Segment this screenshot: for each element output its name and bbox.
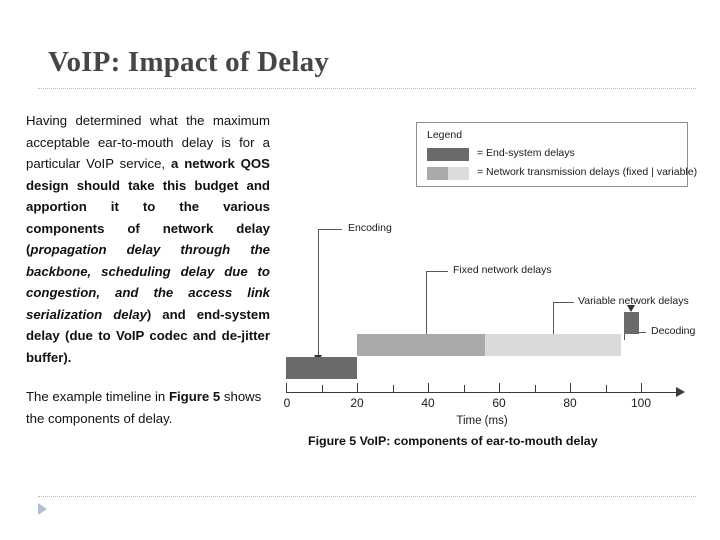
x-axis-arrowhead bbox=[676, 387, 685, 397]
axis-label-20: 20 bbox=[350, 396, 364, 410]
bar-variable-network-delays bbox=[485, 334, 621, 356]
page-title: VoIP: Impact of Delay bbox=[48, 46, 330, 78]
footer-divider bbox=[38, 496, 696, 497]
axis-label-60: 60 bbox=[492, 396, 506, 410]
body-text-column: Having determined what the maximum accep… bbox=[26, 110, 270, 429]
axis-tick-40 bbox=[428, 383, 429, 392]
axis-tick-100 bbox=[641, 383, 642, 392]
axis-label-80: 80 bbox=[563, 396, 577, 410]
annotation-leader-v-fixed bbox=[426, 271, 427, 336]
legend-swatch-end-system-delays bbox=[427, 148, 469, 161]
legend-label-end-system-delays: = End-system delays bbox=[477, 147, 575, 159]
axis-label-100: 100 bbox=[630, 396, 652, 410]
axis-tick-20 bbox=[357, 383, 358, 392]
legend-swatch-variable bbox=[448, 167, 469, 180]
axis-tick-80 bbox=[570, 383, 571, 392]
annotation-leader-h-fixed bbox=[426, 271, 448, 272]
annotation-leader-h-encoding bbox=[318, 229, 342, 230]
figure-timeline: Legend = End-system delays = Network tra… bbox=[276, 112, 716, 432]
title-divider bbox=[38, 88, 696, 89]
legend-swatch-network-transmission-delays bbox=[427, 167, 469, 180]
axis-label-0: 0 bbox=[283, 396, 291, 410]
x-axis-title: Time (ms) bbox=[456, 415, 508, 427]
axis-tick-70 bbox=[534, 385, 536, 392]
legend-label-network-transmission-delays: = Network transmission delays (fixed | v… bbox=[477, 166, 698, 178]
play-triangle-icon bbox=[38, 503, 47, 515]
x-axis-line bbox=[286, 392, 678, 393]
chart-legend: Legend = End-system delays = Network tra… bbox=[416, 122, 697, 187]
axis-tick-30 bbox=[392, 385, 394, 392]
axis-tick-50 bbox=[463, 385, 465, 392]
para2-figure-reference: Figure 5 bbox=[168, 389, 221, 404]
annotation-label-fixed-network-delays: Fixed network delays bbox=[453, 264, 552, 276]
axis-tick-90 bbox=[605, 385, 607, 392]
annotation-label-encoding: Encoding bbox=[348, 222, 392, 234]
paragraph-1: Having determined what the maximum accep… bbox=[26, 110, 270, 368]
figure-caption: Figure 5 VoIP: components of ear-to-mout… bbox=[308, 434, 598, 448]
paragraph-2: The example timeline in Figure 5 shows t… bbox=[26, 386, 270, 429]
annotation-leader-v-variable bbox=[553, 302, 554, 336]
legend-title: Legend bbox=[427, 129, 463, 141]
bar-encoding bbox=[286, 357, 357, 379]
annotation-leader-v-encoding bbox=[318, 229, 319, 357]
annotation-leader-h-variable bbox=[553, 302, 574, 303]
para2-segment-regular: The example timeline in bbox=[26, 389, 169, 404]
legend-swatch-fixed bbox=[427, 167, 448, 180]
annotation-arrow-decoding bbox=[627, 305, 635, 312]
axis-label-40: 40 bbox=[421, 396, 435, 410]
axis-tick-0 bbox=[286, 383, 287, 392]
axis-tick-60 bbox=[499, 383, 500, 392]
annotation-label-decoding: Decoding bbox=[651, 325, 696, 337]
bar-decoding bbox=[624, 312, 639, 334]
slide: VoIP: Impact of Delay Having determined … bbox=[0, 0, 720, 540]
axis-tick-10 bbox=[321, 385, 323, 392]
bar-fixed-network-delays bbox=[357, 334, 485, 356]
